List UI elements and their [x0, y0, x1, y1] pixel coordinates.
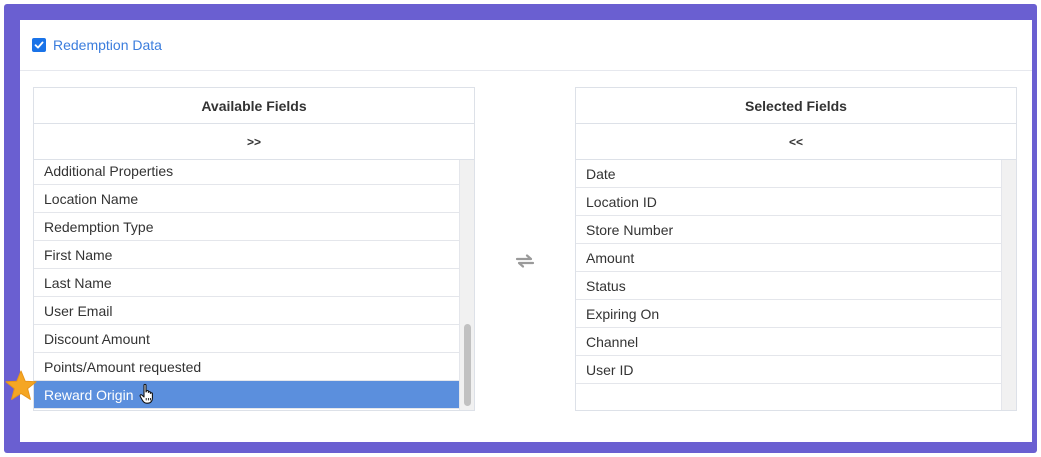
- available-scrollbar[interactable]: [459, 160, 474, 410]
- available-item-discount-amount[interactable]: Discount Amount: [34, 325, 459, 353]
- selected-fields-list: Date Location ID Store Number Amount Status E…: [576, 160, 1016, 410]
- selected-item-location-id[interactable]: Location ID: [576, 188, 1001, 216]
- selected-empty-row: [576, 384, 1001, 410]
- swap-arrows-icon[interactable]: [514, 252, 536, 270]
- selected-fields-title: Selected Fields: [576, 88, 1016, 124]
- section-label[interactable]: Redemption Data: [53, 37, 162, 53]
- available-fields-title: Available Fields: [34, 88, 474, 124]
- selected-item-amount[interactable]: Amount: [576, 244, 1001, 272]
- selected-fields-panel: Selected Fields << Date Location ID Store …: [575, 87, 1017, 411]
- field-picker-card: Redemption Data Available Fields >> Addi…: [20, 20, 1032, 442]
- available-item-location-name[interactable]: Location Name: [34, 185, 459, 213]
- star-icon: [5, 370, 37, 400]
- available-item-user-email[interactable]: User Email: [34, 297, 459, 325]
- available-scroll-thumb[interactable]: [464, 324, 471, 406]
- available-fields-list: Additional Properties Location Name Redemp…: [34, 160, 474, 410]
- available-item-redemption-type[interactable]: Redemption Type: [34, 213, 459, 241]
- selected-item-expiring-on[interactable]: Expiring On: [576, 300, 1001, 328]
- available-item-reward-origin[interactable]: Reward Origin: [34, 381, 459, 409]
- selected-item-channel[interactable]: Channel: [576, 328, 1001, 356]
- available-item-last-name[interactable]: Last Name: [34, 269, 459, 297]
- available-fields-panel: Available Fields >> Additional Propertie…: [33, 87, 475, 411]
- checkmark-icon: [34, 41, 44, 49]
- section-header: Redemption Data: [20, 20, 1032, 71]
- available-item-points-amount-requested[interactable]: Points/Amount requested: [34, 353, 459, 381]
- selected-item-status[interactable]: Status: [576, 272, 1001, 300]
- redemption-data-checkbox[interactable]: [32, 38, 46, 52]
- available-item-additional-properties[interactable]: Additional Properties: [34, 160, 459, 185]
- selected-item-store-number[interactable]: Store Number: [576, 216, 1001, 244]
- selected-item-date[interactable]: Date: [576, 160, 1001, 188]
- selected-item-user-id[interactable]: User ID: [576, 356, 1001, 384]
- move-all-right-button[interactable]: >>: [34, 124, 474, 160]
- outer-frame: Redemption Data Available Fields >> Addi…: [4, 4, 1037, 453]
- available-item-first-name[interactable]: First Name: [34, 241, 459, 269]
- selected-scrollbar[interactable]: [1001, 160, 1016, 410]
- hand-pointer-icon: [139, 383, 153, 404]
- remove-all-left-button[interactable]: <<: [576, 124, 1016, 160]
